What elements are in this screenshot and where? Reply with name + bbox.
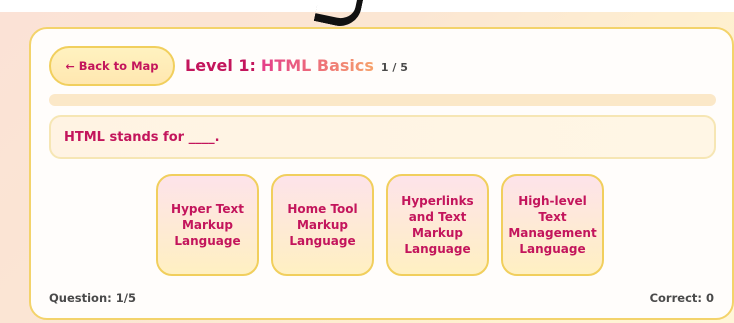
answer-option[interactable]: Hyperlinks and Text Markup Language — [386, 174, 489, 276]
decorative-stroke — [313, 0, 367, 31]
question-status: Question: 1/5 — [49, 291, 136, 305]
back-button-label: Back to Map — [78, 59, 159, 73]
question-counter: 1 / 5 — [380, 61, 408, 74]
answer-option[interactable]: Home Tool Markup Language — [271, 174, 374, 276]
question-box: HTML stands for ____. — [49, 115, 716, 159]
answer-options: Hyper Text Markup Language Home Tool Mar… — [156, 174, 604, 276]
question-text: HTML stands for ____. — [64, 129, 220, 145]
answer-option[interactable]: High-level Text Management Language — [501, 174, 604, 276]
back-to-map-button[interactable]: ← Back to Map — [49, 46, 175, 86]
answer-option-label: High-level Text Management Language — [508, 194, 597, 256]
quiz-card: ← Back to Map Level 1: HTML Basics 1 / 5… — [29, 27, 734, 320]
answer-option-label: Hyper Text Markup Language — [171, 202, 244, 248]
level-name: HTML Basics — [260, 56, 374, 75]
answer-option-label: Hyperlinks and Text Markup Language — [401, 194, 474, 256]
progress-bar — [49, 94, 716, 106]
page-title: Level 1: HTML Basics 1 / 5 — [185, 56, 408, 75]
left-arrow-icon: ← — [65, 59, 75, 73]
level-prefix: Level 1: — [185, 56, 256, 75]
page-top-strip — [0, 0, 734, 12]
answer-option[interactable]: Hyper Text Markup Language — [156, 174, 259, 276]
correct-status: Correct: 0 — [649, 291, 714, 305]
answer-option-label: Home Tool Markup Language — [287, 202, 358, 248]
